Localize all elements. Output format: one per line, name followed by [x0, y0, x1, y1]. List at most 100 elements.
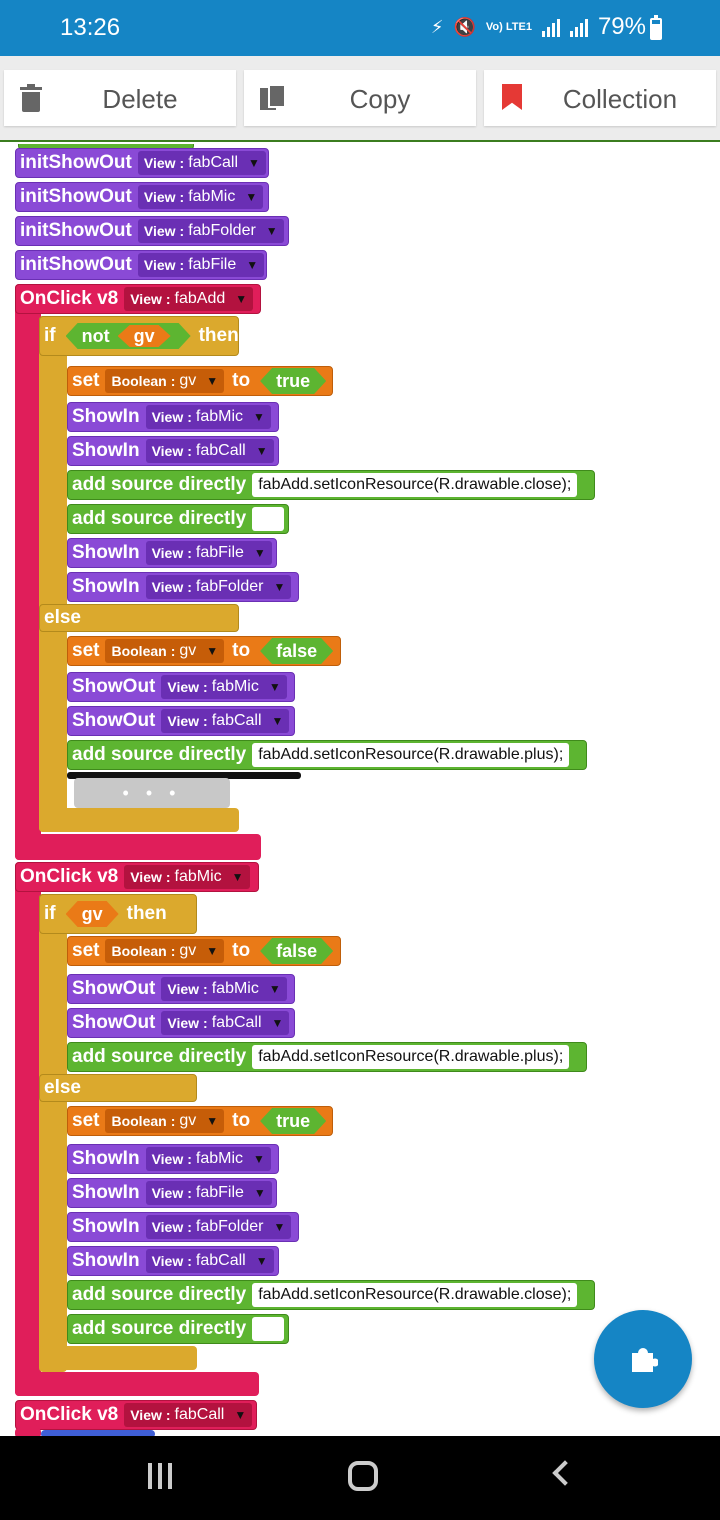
view-dropdown[interactable]: View: fabCall ▼: [161, 1011, 290, 1035]
network-label: Vo) LTE1: [485, 20, 532, 33]
view-dropdown[interactable]: View: fabFolder ▼: [145, 1215, 292, 1239]
add-source-block[interactable]: add source directly fabAdd.setIconResour…: [67, 1280, 595, 1310]
battery-icon: [650, 15, 662, 40]
if-rail: [39, 894, 67, 1372]
status-time: 13:26: [60, 14, 121, 41]
show-out-block[interactable]: ShowOut View: fabCall ▼: [67, 706, 295, 736]
else-block[interactable]: else: [39, 604, 239, 632]
bool-value[interactable]: false: [260, 638, 333, 664]
show-in-block[interactable]: ShowIn View: fabMic ▼: [67, 1144, 279, 1174]
show-in-block[interactable]: ShowIn View: fabCall ▼: [67, 436, 279, 466]
view-dropdown[interactable]: View: fabMic ▼: [145, 405, 271, 429]
else-block[interactable]: else: [39, 1074, 197, 1102]
delete-button[interactable]: Delete: [4, 70, 236, 126]
set-block[interactable]: set Boolean: gv ▼ to true: [67, 366, 333, 396]
init-show-out-block[interactable]: initShowOut View: fabFolder ▼: [15, 216, 289, 246]
add-source-block[interactable]: add source directly fabAdd.setIconResour…: [67, 1042, 587, 1072]
show-in-block[interactable]: ShowIn View: fabFile ▼: [67, 538, 277, 568]
signal-icon: [541, 17, 560, 37]
navigation-bar: [0, 1436, 720, 1520]
view-dropdown[interactable]: View: fabFile ▼: [145, 1181, 272, 1205]
source-input[interactable]: fabAdd.setIconResource(R.drawable.plus);: [252, 743, 570, 767]
show-out-block[interactable]: ShowOut View: fabMic ▼: [67, 672, 295, 702]
boolean-dropdown[interactable]: Boolean: gv ▼: [105, 1109, 225, 1133]
status-icons: ⚡ 🔇 Vo) LTE1 79%: [431, 13, 668, 41]
copy-label: Copy: [349, 84, 411, 114]
view-dropdown[interactable]: View: fabFolder ▼: [137, 219, 284, 243]
recent-apps-icon[interactable]: [148, 1463, 176, 1489]
view-dropdown[interactable]: View: fabMic ▼: [161, 675, 287, 699]
show-out-block[interactable]: ShowOut View: fabMic ▼: [67, 974, 295, 1004]
delete-label: Delete: [102, 84, 178, 114]
view-dropdown[interactable]: View: fabMic ▼: [124, 865, 250, 889]
init-show-out-block[interactable]: initShowOut View: fabMic ▼: [15, 182, 269, 212]
not-block[interactable]: not gv: [66, 323, 191, 349]
copy-button[interactable]: Copy: [244, 70, 476, 126]
view-dropdown[interactable]: View: fabMic ▼: [161, 977, 287, 1001]
back-icon[interactable]: [552, 1460, 578, 1486]
gv-variable[interactable]: gv: [118, 325, 171, 347]
view-dropdown[interactable]: View: fabFolder ▼: [145, 575, 292, 599]
add-source-block[interactable]: add source directly fabAdd.setIconResour…: [67, 470, 595, 500]
onclick-block-fabcall[interactable]: OnClick v8 View: fabCall ▼: [15, 1400, 257, 1430]
view-dropdown[interactable]: View: fabAdd ▼: [124, 287, 254, 311]
onclick-rail: [15, 862, 41, 1396]
boolean-dropdown[interactable]: Boolean: gv ▼: [105, 939, 225, 963]
bool-value[interactable]: true: [260, 1108, 326, 1134]
view-dropdown[interactable]: View: fabFile ▼: [145, 541, 272, 565]
onclick-block-fabadd[interactable]: OnClick v8 View: fabAdd ▼: [15, 284, 261, 314]
init-show-out-block[interactable]: initShowOut View: fabFile ▼: [15, 250, 267, 280]
set-block[interactable]: set Boolean: gv ▼ to false: [67, 636, 341, 666]
if-bottom: [39, 808, 239, 832]
signal-icon-2: [569, 17, 588, 37]
view-dropdown[interactable]: View: fabCall ▼: [145, 439, 274, 463]
onclick-bottom: [15, 834, 261, 860]
status-bar: 13:26 ⚡ 🔇 Vo) LTE1 79%: [0, 0, 720, 56]
source-input[interactable]: fabAdd.setIconResource(R.drawable.close)…: [252, 1283, 578, 1307]
if-block[interactable]: if not gv then: [39, 316, 239, 356]
show-in-block[interactable]: ShowIn View: fabFolder ▼: [67, 1212, 299, 1242]
add-block-fab[interactable]: [594, 1310, 692, 1408]
view-dropdown[interactable]: View: fabMic ▼: [137, 185, 264, 209]
boolean-dropdown[interactable]: Boolean: gv ▼: [105, 369, 225, 393]
if-block[interactable]: if gv then: [39, 894, 197, 934]
onclick-bottom: [15, 1372, 259, 1396]
view-dropdown[interactable]: View: fabCall ▼: [145, 1249, 274, 1273]
boolean-dropdown[interactable]: Boolean: gv ▼: [105, 639, 225, 663]
view-dropdown[interactable]: View: fabCall ▼: [137, 151, 266, 175]
view-dropdown[interactable]: View: fabMic ▼: [145, 1147, 271, 1171]
bool-value[interactable]: true: [260, 368, 326, 394]
mute-icon: 🔇: [453, 17, 476, 37]
block-canvas[interactable]: initShowOut View: fabCall ▼ initShowOut Vi…: [0, 144, 720, 1436]
source-input[interactable]: [252, 1317, 284, 1341]
add-source-block[interactable]: add source directly: [67, 1314, 289, 1344]
source-input[interactable]: fabAdd.setIconResource(R.drawable.close)…: [252, 473, 578, 497]
onclick-rail: [15, 284, 41, 860]
add-source-block[interactable]: add source directly fabAdd.setIconResour…: [67, 740, 587, 770]
show-in-block[interactable]: ShowIn View: fabMic ▼: [67, 402, 279, 432]
battery-percent: 79%: [597, 13, 646, 40]
show-in-block[interactable]: ShowIn View: fabCall ▼: [67, 1246, 279, 1276]
gv-variable[interactable]: gv: [66, 901, 119, 927]
set-block[interactable]: set Boolean: gv ▼ to true: [67, 1106, 333, 1136]
if-bottom: [39, 1346, 197, 1370]
show-in-block[interactable]: ShowIn View: fabFile ▼: [67, 1178, 277, 1208]
collection-button[interactable]: Collection: [484, 70, 716, 126]
collection-label: Collection: [562, 84, 678, 114]
puzzle-icon: [632, 1348, 658, 1372]
home-icon[interactable]: [348, 1461, 378, 1491]
source-input[interactable]: [252, 507, 284, 531]
view-dropdown[interactable]: View: fabFile ▼: [137, 253, 265, 277]
add-source-block[interactable]: add source directly: [67, 504, 289, 534]
battery-saver-icon: ⚡: [430, 17, 444, 37]
init-show-out-block[interactable]: initShowOut View: fabCall ▼: [15, 148, 269, 178]
show-out-block[interactable]: ShowOut View: fabCall ▼: [67, 1008, 295, 1038]
source-input[interactable]: fabAdd.setIconResource(R.drawable.plus);: [252, 1045, 570, 1069]
show-in-block[interactable]: ShowIn View: fabFolder ▼: [67, 572, 299, 602]
view-dropdown[interactable]: View: fabCall ▼: [124, 1403, 253, 1427]
view-dropdown[interactable]: View: fabCall ▼: [161, 709, 290, 733]
ghost-block: • • •: [74, 778, 230, 808]
onclick-block-fabmic[interactable]: OnClick v8 View: fabMic ▼: [15, 862, 259, 892]
set-block[interactable]: set Boolean: gv ▼ to false: [67, 936, 341, 966]
bool-value[interactable]: false: [260, 938, 333, 964]
